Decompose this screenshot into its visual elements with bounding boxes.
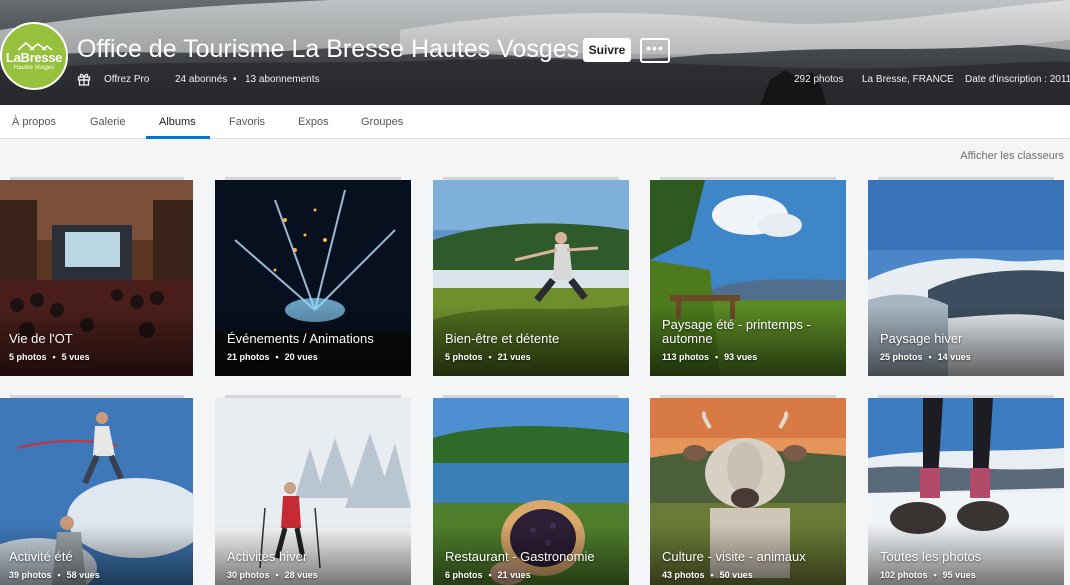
album-title: Activités hiver xyxy=(227,549,308,564)
location: La Bresse, FRANCE xyxy=(862,74,954,85)
logo-text: LaBresse xyxy=(5,49,63,65)
profile-name: Office de Tourisme La Bresse Hautes Vosg… xyxy=(77,35,580,63)
album-photos-count: 21 photos xyxy=(227,352,270,362)
tab-groups[interactable]: Groupes xyxy=(361,105,403,139)
album-title: Activité été xyxy=(9,549,73,564)
album-stats: 39 photos • 58 vues xyxy=(9,570,100,580)
album-photos-count: 5 photos xyxy=(9,352,47,362)
tab-gallery[interactable]: Galerie xyxy=(90,105,125,139)
more-icon: ••• xyxy=(646,40,664,56)
album-stats: 6 photos • 21 vues xyxy=(445,570,531,580)
album-title: Paysage hiver xyxy=(880,331,963,346)
album-card[interactable]: Événements / Animations 21 photos • 20 vue… xyxy=(215,180,411,376)
album-photos-count: 6 photos xyxy=(445,570,483,580)
album-stats: 102 photos • 95 vues xyxy=(880,570,976,580)
album-photos-count: 30 photos xyxy=(227,570,270,580)
album-views-count: 28 vues xyxy=(284,570,318,580)
album-stats: 5 photos • 5 vues xyxy=(9,352,90,362)
gift-icon xyxy=(77,73,91,86)
show-sets-link[interactable]: Afficher les classeurs xyxy=(960,150,1064,162)
followers-count[interactable]: 24 abonnés xyxy=(175,74,227,85)
tab-galleries[interactable]: Expos xyxy=(298,105,329,139)
album-card[interactable]: Bien-être et détente 5 photos • 21 vues xyxy=(433,180,629,376)
profile-avatar[interactable]: LaBresse Hautes Vosges xyxy=(0,22,68,90)
album-views-count: 20 vues xyxy=(284,352,318,362)
photos-count: 292 photos xyxy=(794,74,844,85)
offer-pro-link[interactable]: Offrez Pro xyxy=(104,74,149,85)
album-views-count: 5 vues xyxy=(61,352,90,362)
album-stats: 21 photos • 20 vues xyxy=(227,352,318,362)
album-photos-count: 102 photos xyxy=(880,570,928,580)
album-card[interactable]: Restaurant - Gastronomie 6 photos • 21 vue… xyxy=(433,398,629,585)
meta-separator: • xyxy=(233,74,237,85)
album-views-count: 50 vues xyxy=(719,570,753,580)
album-title: Vie de l'OT xyxy=(9,331,73,346)
tab-albums[interactable]: Albums xyxy=(159,105,196,139)
album-card[interactable]: Toutes les photos 102 photos • 95 vues xyxy=(868,398,1064,585)
more-button[interactable]: ••• xyxy=(640,38,670,63)
album-photos-count: 25 photos xyxy=(880,352,923,362)
album-views-count: 95 vues xyxy=(942,570,976,580)
tab-favorites[interactable]: Favoris xyxy=(229,105,265,139)
album-card[interactable]: Vie de l'OT 5 photos • 5 vues xyxy=(0,180,193,376)
album-card[interactable]: Culture - visite - animaux 43 photos • 50 … xyxy=(650,398,846,585)
album-stats: 5 photos • 21 vues xyxy=(445,352,531,362)
follow-button[interactable]: Suivre xyxy=(583,38,631,62)
album-title: Paysage été - printemps - automne xyxy=(662,317,811,346)
album-views-count: 14 vues xyxy=(937,352,971,362)
album-card[interactable]: Paysage hiver 25 photos • 14 vues xyxy=(868,180,1064,376)
album-stats: 43 photos • 50 vues xyxy=(662,570,753,580)
logo-roofs-icon xyxy=(17,41,53,51)
album-title: Bien-être et détente xyxy=(445,331,560,346)
album-title: Événements / Animations xyxy=(227,331,374,346)
album-stats: 25 photos • 14 vues xyxy=(880,352,971,362)
album-photos-count: 113 photos xyxy=(662,352,710,362)
album-card[interactable]: Activité été 39 photos • 58 vues xyxy=(0,398,193,585)
tab-about[interactable]: À propos xyxy=(12,105,56,139)
album-views-count: 58 vues xyxy=(66,570,100,580)
profile-tabs: À propos Galerie Albums Favoris Expos Gr… xyxy=(0,105,1070,139)
following-count[interactable]: 13 abonnements xyxy=(245,74,320,85)
album-stats: 113 photos • 93 vues xyxy=(662,352,758,362)
logo-subtext: Hautes Vosges xyxy=(13,64,55,71)
album-card[interactable]: Paysage été - printemps - automne 113 ph… xyxy=(650,180,846,376)
album-photos-count: 39 photos xyxy=(9,570,52,580)
active-tab-indicator xyxy=(146,136,210,139)
album-views-count: 93 vues xyxy=(724,352,758,362)
album-views-count: 21 vues xyxy=(497,352,531,362)
album-card[interactable]: Activités hiver 30 photos • 28 vues xyxy=(215,398,411,585)
album-photos-count: 5 photos xyxy=(445,352,483,362)
album-views-count: 21 vues xyxy=(497,570,531,580)
album-title: Restaurant - Gastronomie xyxy=(445,549,595,564)
album-photos-count: 43 photos xyxy=(662,570,705,580)
album-title: Toutes les photos xyxy=(880,549,982,564)
album-title: Culture - visite - animaux xyxy=(662,549,806,564)
album-stats: 30 photos • 28 vues xyxy=(227,570,318,580)
join-date: Date d'inscription : 2011 xyxy=(965,74,1070,85)
